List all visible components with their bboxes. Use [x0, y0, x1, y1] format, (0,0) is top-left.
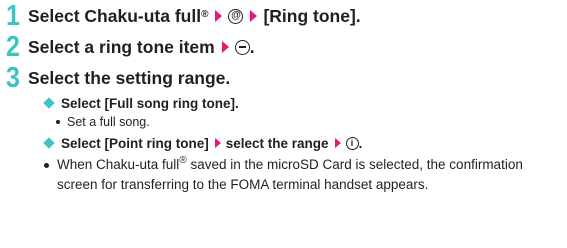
bullet-icon	[56, 119, 60, 124]
option-description: Set a full song.	[54, 113, 150, 131]
step-2: 2 Select a ring tone item .	[6, 30, 255, 64]
step-text: Select the setting range.	[28, 68, 231, 88]
option-description-text: Set a full song.	[67, 115, 150, 129]
step-text-part: Select Chaku-uta full	[28, 6, 202, 26]
step-text-part: Select a ring tone item	[28, 37, 215, 57]
step-1: 1 Select Chaku-uta full® [Ring tone].	[6, 0, 361, 33]
arrow-icon	[334, 138, 341, 148]
minus-key-icon	[234, 39, 250, 55]
arrow-icon	[215, 10, 223, 22]
step-number: 2	[6, 30, 20, 64]
step-number: 1	[6, 0, 20, 33]
manual-page: 1 Select Chaku-uta full® [Ring tone]. 2 …	[0, 0, 567, 248]
note-text: When Chaku-uta full® saved in the microS…	[57, 155, 554, 195]
bullet-icon	[44, 163, 49, 168]
option-label-part: select the range	[225, 135, 329, 151]
option-label: Select [Point ring tone]	[61, 135, 209, 151]
arrow-icon	[221, 41, 229, 53]
step-text-end: .	[249, 37, 255, 57]
arrow-icon	[250, 10, 258, 22]
step-3: 3 Select the setting range.	[6, 61, 231, 95]
arrow-icon	[214, 138, 221, 148]
option-label-end: .	[358, 135, 363, 151]
info-key-icon	[345, 136, 359, 150]
camera-key-icon	[228, 8, 244, 24]
option-label: Select [Full song ring tone].	[61, 95, 239, 111]
registered-mark: ®	[179, 154, 187, 166]
menu-label: [Ring tone].	[263, 6, 361, 26]
note-text-part: When Chaku-uta full	[57, 157, 180, 172]
step-text: Select a ring tone item .	[28, 36, 255, 58]
option-full-song: Select [Full song ring tone].	[43, 93, 239, 113]
step-number: 3	[6, 61, 20, 95]
diamond-bullet-icon	[43, 137, 55, 149]
step-text: Select Chaku-uta full® [Ring tone].	[28, 5, 361, 27]
option-point-ring-tone: Select [Point ring tone] select the rang…	[43, 133, 362, 153]
note: When Chaku-uta full® saved in the microS…	[44, 155, 554, 195]
diamond-bullet-icon	[43, 97, 55, 109]
